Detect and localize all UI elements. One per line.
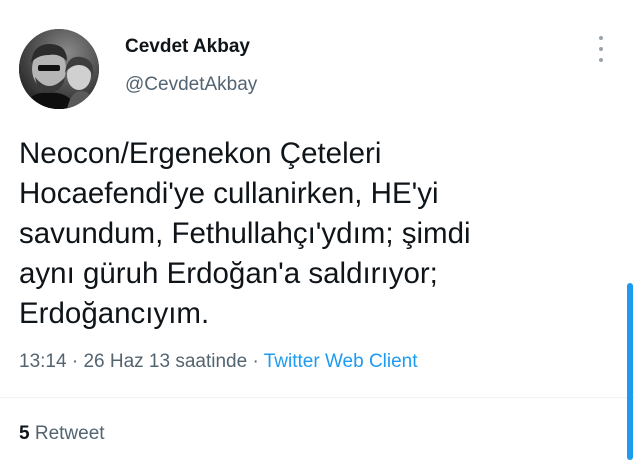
more-dot: [599, 36, 603, 40]
retweet-count: 5: [19, 423, 30, 444]
tweet-text-line: Hocaefendi'ye cullanirken, HE'yi: [19, 177, 439, 210]
tweet-text-line: Erdoğancıyım.: [19, 297, 210, 330]
author-display-name[interactable]: Cevdet Akbay: [125, 36, 250, 58]
more-options-icon[interactable]: [594, 36, 608, 62]
scrollbar-thumb[interactable]: [627, 283, 633, 460]
more-dot: [599, 47, 603, 51]
meta-separator: ·: [71, 351, 79, 372]
tweet-text: Neocon/Ergenekon Çeteleri Hocaefendi'ye …: [19, 134, 604, 334]
tweet-text-line: Neocon/Ergenekon Çeteleri: [19, 137, 382, 170]
meta-separator: ·: [252, 351, 259, 372]
tweet-text-line: aynı güruh Erdoğan'a saldırıyor;: [19, 257, 438, 290]
tweet-source-link[interactable]: Twitter Web Client: [264, 351, 418, 372]
avatar[interactable]: [19, 29, 99, 109]
author-handle[interactable]: @CevdetAkbay: [125, 74, 257, 96]
avatar-photo: [19, 29, 99, 109]
retweet-stat[interactable]: 5 Retweet: [19, 423, 105, 445]
tweet-time[interactable]: 13:14: [19, 351, 67, 372]
tweet-text-line: savundum, Fethullahçı'ydım; şimdi: [19, 217, 471, 250]
retweet-label: Retweet: [34, 423, 105, 444]
tweet-meta: 13:14 · 26 Haz 13 saatinde · Twitter Web…: [19, 351, 418, 373]
tweet-date[interactable]: 26 Haz 13 saatinde: [83, 351, 247, 372]
divider: [0, 397, 635, 398]
tweet-card: Cevdet Akbay @CevdetAkbay Neocon/Ergenek…: [0, 0, 635, 460]
more-dot: [599, 58, 603, 62]
